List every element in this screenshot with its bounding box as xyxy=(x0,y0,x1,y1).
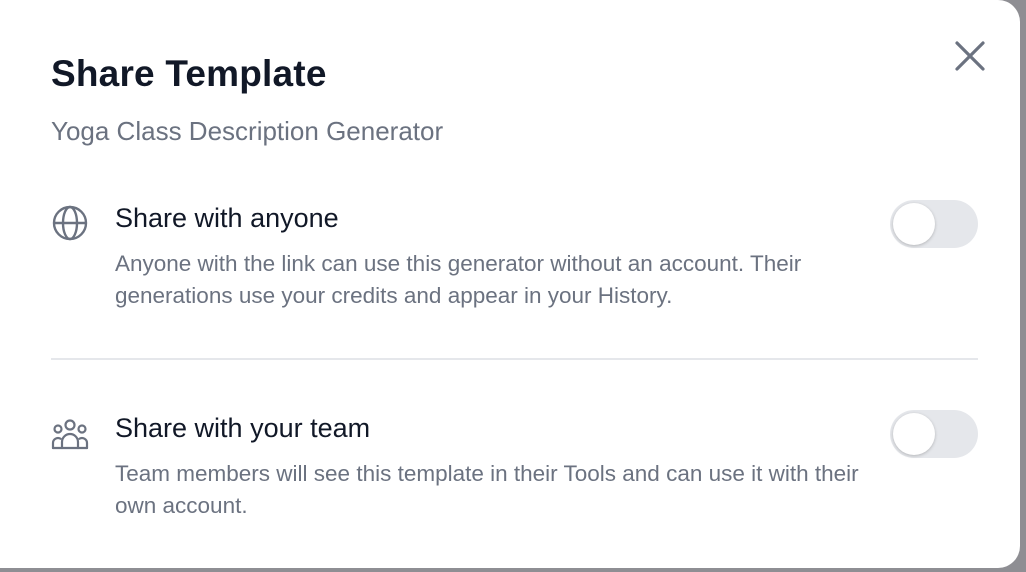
share-team-description: Team members will see this template in t… xyxy=(115,461,859,518)
close-button[interactable] xyxy=(950,36,990,76)
globe-icon xyxy=(52,205,88,241)
share-template-dialog: Share Template Yoga Class Description Ge… xyxy=(0,0,1020,568)
share-team-heading: Share with your team xyxy=(115,413,371,443)
template-name: Yoga Class Description Generator xyxy=(51,116,444,146)
section-divider xyxy=(51,358,978,360)
close-icon xyxy=(955,41,985,71)
share-anyone-heading: Share with anyone xyxy=(115,203,339,233)
share-anyone-description: Anyone with the link can use this genera… xyxy=(115,251,802,308)
share-anyone-toggle[interactable] xyxy=(890,200,978,248)
team-icon xyxy=(51,419,89,450)
share-team-toggle[interactable] xyxy=(890,410,978,458)
dialog-title: Share Template xyxy=(51,53,327,94)
toggle-knob xyxy=(893,413,935,455)
toggle-knob xyxy=(893,203,935,245)
